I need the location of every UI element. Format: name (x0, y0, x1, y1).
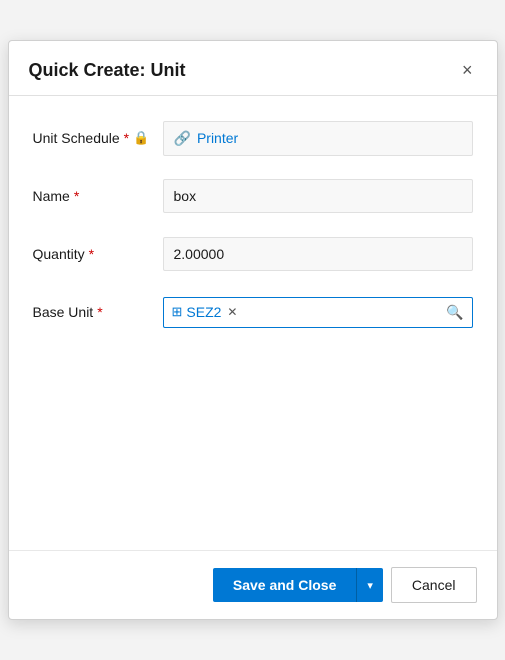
unit-schedule-row: Unit Schedule * 🔒 🔗 Printer (33, 116, 473, 160)
save-button-group: Save and Close ▾ (213, 568, 383, 602)
name-row: Name * (33, 174, 473, 218)
base-unit-tag: ⊞ SEZ2 ✕ (172, 304, 238, 320)
unit-schedule-label: Unit Schedule * 🔒 (33, 130, 163, 146)
base-unit-lookup[interactable]: ⊞ SEZ2 ✕ 🔍 (163, 297, 473, 328)
quantity-label: Quantity * (33, 246, 163, 262)
name-label: Name * (33, 188, 163, 204)
unit-schedule-link[interactable]: Printer (197, 130, 238, 146)
lookup-search-icon[interactable]: 🔍 (446, 304, 463, 321)
base-unit-label: Base Unit * (33, 304, 163, 320)
close-button[interactable]: × (458, 59, 477, 81)
quantity-field[interactable] (163, 237, 473, 271)
unit-schedule-link-icon: 🔗 (174, 130, 191, 147)
unit-schedule-field: 🔗 Printer (163, 121, 473, 156)
unit-schedule-link-container: 🔗 Printer (163, 121, 473, 156)
base-unit-tag-icon: ⊞ (172, 304, 183, 320)
save-dropdown-button[interactable]: ▾ (356, 568, 383, 602)
required-indicator: * (74, 188, 79, 204)
required-indicator: * (97, 304, 102, 320)
base-unit-field: ⊞ SEZ2 ✕ 🔍 (163, 297, 473, 328)
cancel-button[interactable]: Cancel (391, 567, 477, 603)
dialog-header: Quick Create: Unit × (9, 41, 497, 96)
dialog-footer: Save and Close ▾ Cancel (9, 550, 497, 619)
dialog-title: Quick Create: Unit (29, 60, 186, 81)
base-unit-tag-text[interactable]: SEZ2 (186, 304, 221, 320)
quantity-input[interactable] (163, 237, 473, 271)
dialog-body: Unit Schedule * 🔒 🔗 Printer Name * (9, 96, 497, 550)
name-input[interactable] (163, 179, 473, 213)
base-unit-row: Base Unit * ⊞ SEZ2 ✕ 🔍 (33, 290, 473, 334)
required-indicator: * (124, 130, 129, 146)
base-unit-remove-button[interactable]: ✕ (227, 305, 237, 319)
quick-create-dialog: Quick Create: Unit × Unit Schedule * 🔒 🔗… (8, 40, 498, 620)
name-field[interactable] (163, 179, 473, 213)
quantity-row: Quantity * (33, 232, 473, 276)
required-indicator: * (89, 246, 94, 262)
lock-icon: 🔒 (133, 130, 149, 146)
save-and-close-button[interactable]: Save and Close (213, 568, 357, 602)
